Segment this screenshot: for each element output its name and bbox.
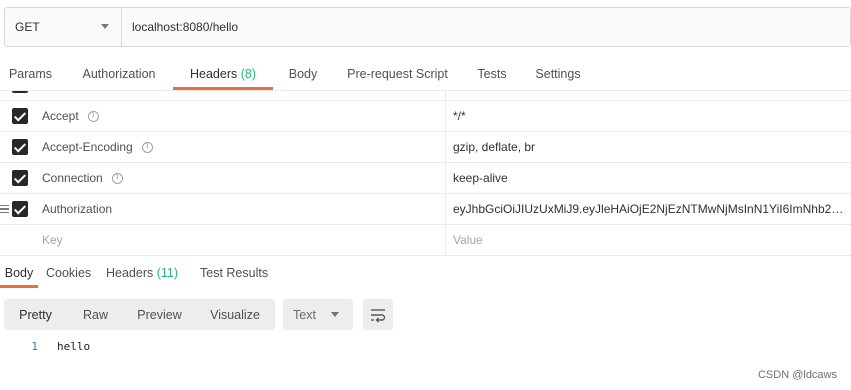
- tab-label: Body: [4, 265, 34, 280]
- checkbox-icon[interactable]: [12, 108, 28, 124]
- header-key[interactable]: Accept: [42, 109, 99, 123]
- checkbox-icon[interactable]: [12, 139, 28, 155]
- header-key[interactable]: Connection: [42, 171, 123, 185]
- tab-label: Tests: [477, 67, 507, 81]
- tab-authorization[interactable]: Authorization: [72, 58, 166, 90]
- tab-label: Params: [8, 67, 53, 81]
- table-row: Authorization eyJhbGciOiJIUzUxMiJ9.eyJle…: [0, 194, 851, 225]
- checkbox-icon[interactable]: [12, 201, 28, 217]
- code-line: hello: [57, 340, 91, 353]
- tab-params[interactable]: Params: [0, 58, 61, 90]
- tab-tests[interactable]: Tests: [470, 58, 514, 90]
- new-header-row: Key Value: [0, 225, 851, 256]
- header-key-text: Authorization: [42, 202, 113, 216]
- table-row: Connection keep-alive: [0, 163, 851, 194]
- header-key[interactable]: Accept-Encoding: [42, 140, 153, 154]
- tab-response-body[interactable]: Body: [0, 257, 38, 288]
- url-text: localhost:8080/hello: [132, 20, 239, 34]
- tab-response-headers[interactable]: Headers (11): [106, 257, 178, 288]
- raw-button[interactable]: Raw: [67, 299, 124, 330]
- tab-cookies[interactable]: Cookies: [46, 257, 91, 288]
- tab-label: Test Results: [200, 265, 269, 280]
- tab-test-results[interactable]: Test Results: [200, 257, 268, 288]
- language-select-label: Text: [293, 307, 316, 322]
- tab-label: Cookies: [46, 265, 92, 280]
- table-row: Accept */*: [0, 101, 851, 132]
- tab-label: Body: [288, 67, 318, 81]
- method-select[interactable]: GET: [5, 8, 122, 46]
- tab-count: (11): [156, 265, 179, 280]
- info-icon[interactable]: [141, 141, 153, 153]
- headers-table: Accept */* Accept-Encoding gzip, deflate…: [0, 90, 851, 256]
- chevron-down-icon: [331, 312, 339, 317]
- language-select[interactable]: Text: [283, 299, 353, 330]
- new-value-input[interactable]: Value: [453, 233, 851, 247]
- header-key-text: Connection: [42, 171, 103, 185]
- url-input[interactable]: localhost:8080/hello: [122, 8, 850, 46]
- tab-label: Headers: [106, 265, 154, 280]
- checkbox-icon[interactable]: [12, 170, 28, 186]
- wrap-lines-icon: [371, 308, 386, 322]
- header-value[interactable]: gzip, deflate, br: [453, 140, 851, 154]
- pretty-button[interactable]: Pretty: [4, 299, 67, 330]
- info-icon[interactable]: [87, 110, 99, 122]
- info-icon[interactable]: [111, 172, 123, 184]
- new-key-input[interactable]: Key: [42, 233, 63, 247]
- tab-pre-request-script[interactable]: Pre-request Script: [340, 58, 455, 90]
- checkbox-icon[interactable]: [12, 91, 28, 93]
- request-tabs: Params Authorization Headers (8) Body Pr…: [0, 58, 851, 90]
- chevron-down-icon: [101, 24, 109, 29]
- tab-label: Headers: [189, 67, 238, 81]
- header-value[interactable]: keep-alive: [453, 171, 851, 185]
- line-number: 1: [31, 340, 38, 353]
- visualize-button[interactable]: Visualize: [195, 299, 275, 330]
- tab-label: Pre-request Script: [347, 67, 448, 81]
- table-row: Accept-Encoding gzip, deflate, br: [0, 132, 851, 163]
- header-key[interactable]: Authorization: [42, 202, 112, 216]
- tab-body[interactable]: Body: [281, 58, 325, 90]
- response-tabs: Body Cookies Headers (11) Test Results: [0, 257, 851, 288]
- wrap-lines-button[interactable]: [363, 299, 393, 330]
- response-body-editor[interactable]: 1 hello: [0, 340, 851, 360]
- tab-label: Authorization: [82, 67, 156, 81]
- tab-count: (8): [240, 67, 256, 81]
- header-key-text: Accept-Encoding: [42, 140, 133, 154]
- header-value[interactable]: eyJhbGciOiJIUzUxMiJ9.eyJleHAiOjE2NjEzNTM…: [453, 202, 851, 216]
- request-url-bar: GET localhost:8080/hello: [4, 7, 851, 47]
- tab-settings[interactable]: Settings: [528, 58, 588, 90]
- preview-button[interactable]: Preview: [124, 299, 195, 330]
- watermark: CSDN @ldcaws: [757, 369, 837, 381]
- method-label: GET: [15, 20, 40, 34]
- header-value[interactable]: */*: [453, 109, 851, 123]
- tab-label: Settings: [535, 67, 581, 81]
- tab-headers[interactable]: Headers (8): [173, 58, 273, 90]
- format-button-group: Pretty Raw Preview Visualize: [4, 299, 275, 330]
- drag-handle-icon[interactable]: [0, 204, 9, 214]
- table-row: [0, 91, 851, 101]
- header-key-text: Accept: [42, 109, 79, 123]
